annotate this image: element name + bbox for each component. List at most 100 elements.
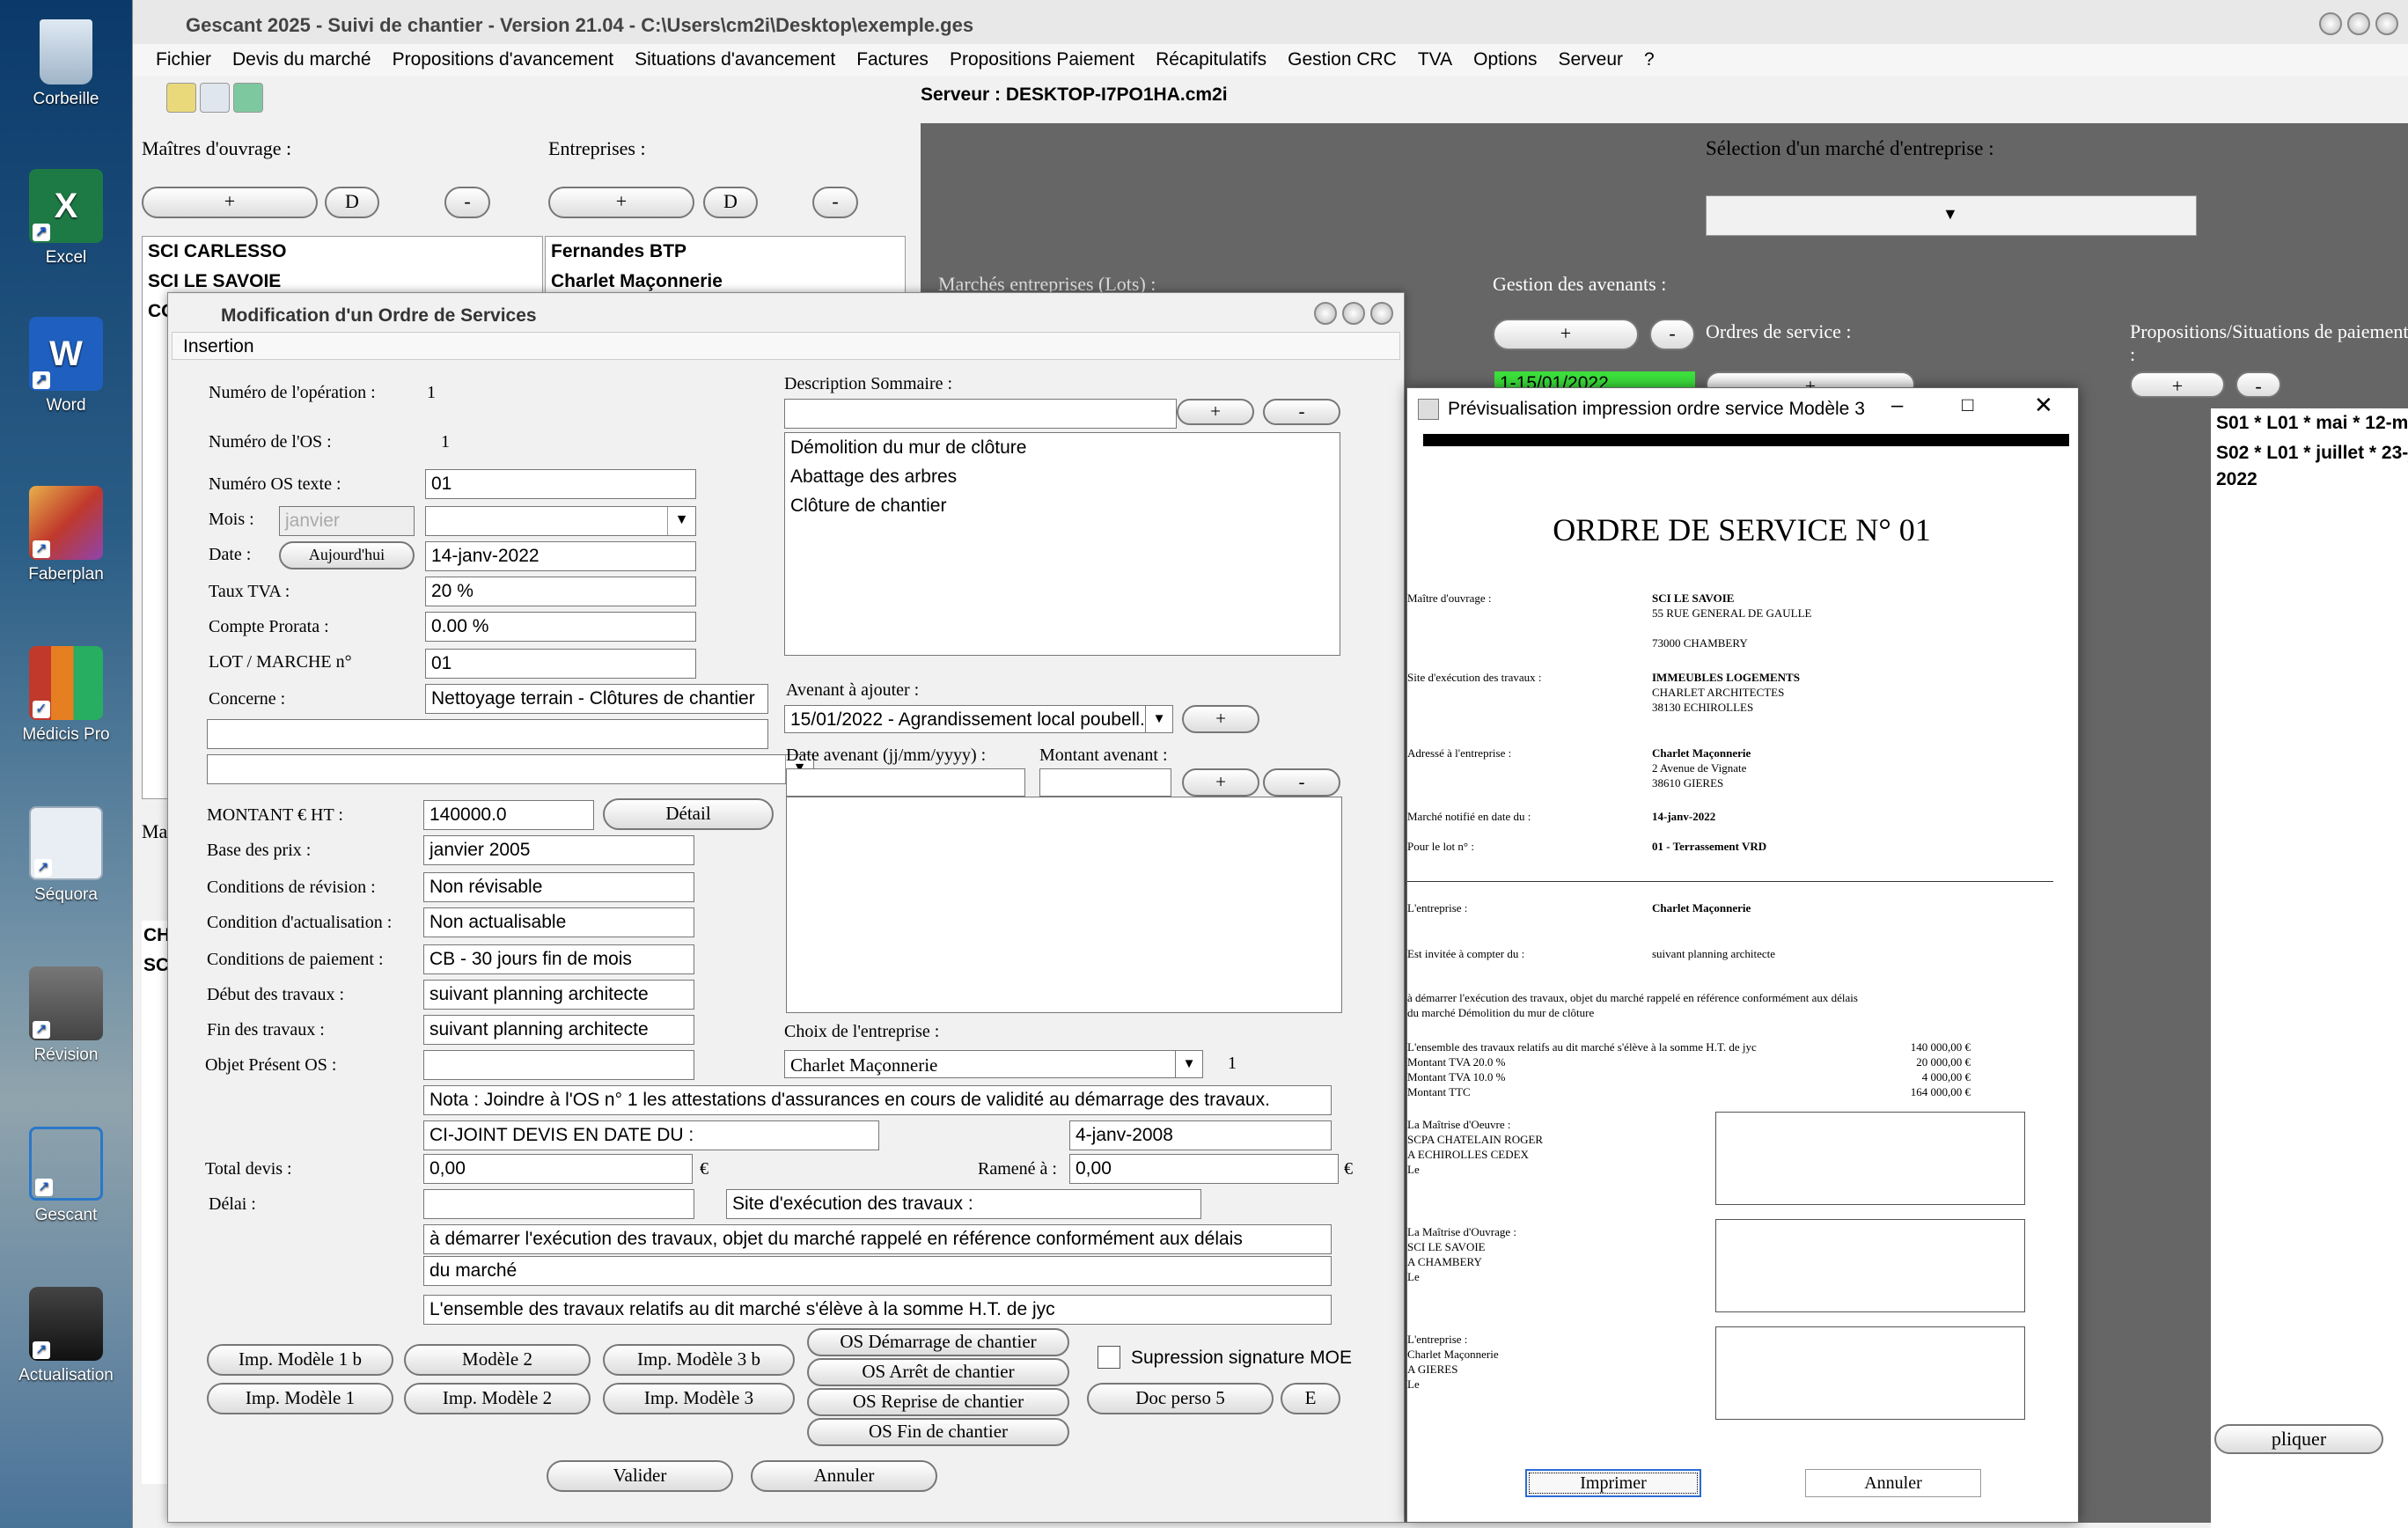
menu-propositions-avancement[interactable]: Propositions d'avancement (382, 44, 625, 76)
concerne-extra-input[interactable] (207, 719, 768, 749)
os-demarrage-button[interactable]: OS Démarrage de chantier (807, 1328, 1069, 1356)
montant-input[interactable]: 140000.0 (423, 800, 594, 830)
os-arret-button[interactable]: OS Arrêt de chantier (807, 1358, 1069, 1386)
mois-input[interactable]: janvier (279, 506, 415, 536)
modele-2-button[interactable]: Modèle 2 (404, 1344, 591, 1376)
compte-prorata-input[interactable]: 0.00 % (425, 612, 696, 642)
lot-input[interactable]: 01 (425, 649, 696, 679)
supp-signature-checkbox[interactable] (1098, 1346, 1120, 1369)
add-avenant-os-button[interactable]: + (1182, 705, 1259, 733)
maximize-button[interactable] (2347, 12, 2370, 35)
close-button[interactable]: ✕ (2034, 392, 2053, 419)
menu-devis[interactable]: Devis du marché (222, 44, 382, 76)
maximize-button[interactable] (1342, 302, 1365, 325)
add-situation-button[interactable]: + (2130, 371, 2225, 398)
avenants-list[interactable] (786, 797, 1342, 1013)
taux-tva-input[interactable]: 20 % (425, 577, 696, 606)
concerne-input[interactable]: Nettoyage terrain - Clôtures de chantier (425, 684, 768, 714)
os-fin-button[interactable]: OS Fin de chantier (807, 1418, 1069, 1446)
desc-sommaire-input[interactable] (784, 399, 1177, 429)
desktop-icon-actualisation[interactable]: ↗ Actualisation (0, 1287, 132, 1385)
menu-situations-avancement[interactable]: Situations d'avancement (624, 44, 846, 76)
remove-description-button[interactable]: - (1263, 399, 1340, 425)
total-devis-input[interactable]: 0,00 (423, 1154, 693, 1184)
list-item[interactable]: SCI CARLESSO (143, 237, 542, 267)
list-item[interactable]: Clôture de chantier (785, 491, 1340, 520)
desktop-icon-word[interactable]: W ↗ Word (0, 317, 132, 415)
doc-perso-button[interactable]: Doc perso 5 (1087, 1383, 1274, 1414)
detail-maitre-button[interactable]: D (325, 187, 379, 218)
imp-modele-3b-button[interactable]: Imp. Modèle 3 b (603, 1344, 795, 1376)
detail-entreprise-button[interactable]: D (703, 187, 758, 218)
du-marche-input[interactable]: du marché (423, 1256, 1332, 1286)
remove-montant-avenant-button[interactable]: - (1263, 768, 1340, 797)
desktop-icon-gescant[interactable]: ↗ Gescant (0, 1127, 132, 1225)
detail-button[interactable]: Détail (603, 798, 774, 830)
e-button[interactable]: E (1281, 1383, 1340, 1414)
list-item[interactable]: Abattage des arbres (785, 462, 1340, 491)
preview-annuler-button[interactable]: Annuler (1805, 1469, 1981, 1497)
revision-input[interactable]: Non révisable (423, 872, 694, 902)
delai-input[interactable] (423, 1189, 694, 1219)
ensemble-input[interactable]: L'ensemble des travaux relatifs au dit m… (423, 1295, 1332, 1325)
menu-gestion-crc[interactable]: Gestion CRC (1277, 44, 1407, 76)
desktop-icon-medicis[interactable]: ✓ Médicis Pro (0, 646, 132, 745)
desktop-icon-sequora[interactable]: ↗ Séquora (0, 806, 132, 905)
date-input[interactable]: 14-janv-2022 (425, 541, 696, 571)
avenant-select[interactable]: 15/01/2022 - Agrandissement local poubel… (784, 705, 1173, 733)
imp-modele-1b-button[interactable]: Imp. Modèle 1 b (207, 1344, 393, 1376)
desktop-icon-excel[interactable]: X ↗ Excel (0, 169, 132, 268)
book-icon[interactable] (233, 83, 263, 113)
imp-modele-1-button[interactable]: Imp. Modèle 1 (207, 1383, 393, 1414)
chevron-down-icon[interactable]: ▼ (1145, 705, 1173, 733)
imprimer-button[interactable]: Imprimer (1525, 1469, 1701, 1497)
list-item[interactable]: Fernandes BTP (546, 237, 905, 267)
remove-avenant-button[interactable]: - (1649, 319, 1695, 350)
cijoint-input[interactable]: CI-JOINT DEVIS EN DATE DU : (423, 1120, 879, 1150)
add-avenant-button[interactable]: + (1493, 319, 1639, 350)
add-montant-avenant-button[interactable]: + (1182, 768, 1259, 797)
nota-input[interactable]: Nota : Joindre à l'OS n° 1 les attestati… (423, 1085, 1332, 1115)
list-item[interactable]: S02 * L01 * juillet * 23-juillet-2022 (2211, 438, 2408, 495)
date-avenant-input[interactable] (786, 768, 1025, 797)
remove-situation-button[interactable]: - (2235, 371, 2281, 398)
actualisation-input[interactable]: Non actualisable (423, 907, 694, 937)
annuler-button[interactable]: Annuler (751, 1460, 937, 1492)
imp-modele-2-button[interactable]: Imp. Modèle 2 (404, 1383, 591, 1414)
menu-help[interactable]: ? (1633, 44, 1665, 76)
add-entreprise-button[interactable]: + (548, 187, 694, 218)
ramene-input[interactable]: 0,00 (1069, 1154, 1339, 1184)
mois-select[interactable]: ▼ (425, 506, 696, 536)
minimize-button[interactable]: – (1891, 393, 1903, 418)
menu-recapitulatifs[interactable]: Récapitulatifs (1145, 44, 1277, 76)
concerne-select[interactable]: ▼ (207, 754, 814, 784)
paiement-input[interactable]: CB - 30 jours fin de mois (423, 944, 694, 974)
desktop-icon-revision[interactable]: ↗ Révision (0, 966, 132, 1065)
menu-propositions-paiement[interactable]: Propositions Paiement (939, 44, 1145, 76)
num-os-texte-input[interactable]: 01 (425, 469, 696, 499)
menu-options[interactable]: Options (1463, 44, 1547, 76)
list-item[interactable]: CH (142, 921, 170, 951)
appliquer-button[interactable]: pliquer (2214, 1424, 2383, 1454)
remove-entreprise-button[interactable]: - (812, 187, 858, 218)
objet-input[interactable] (423, 1050, 694, 1080)
cijoint-date-input[interactable]: 4-janv-2008 (1069, 1120, 1332, 1150)
add-description-button[interactable]: + (1177, 399, 1254, 425)
imp-modele-3-button[interactable]: Imp. Modèle 3 (603, 1383, 795, 1414)
remove-maitre-button[interactable]: - (444, 187, 490, 218)
menu-tva[interactable]: TVA (1407, 44, 1463, 76)
site-execution-input[interactable]: Site d'exécution des travaux : (726, 1189, 1201, 1219)
minimize-button[interactable] (1314, 302, 1337, 325)
close-button[interactable] (2375, 12, 2398, 35)
desktop-icon-corbeille[interactable]: Corbeille (0, 19, 132, 109)
export-icon[interactable] (200, 83, 230, 113)
aujourdhui-button[interactable]: Aujourd'hui (279, 541, 415, 569)
base-prix-input[interactable]: janvier 2005 (423, 835, 694, 865)
entreprise-select[interactable]: Charlet Maçonnerie (784, 1050, 1203, 1078)
list-item[interactable]: S01 * L01 * mai * 12-mai-2022 (2211, 408, 2408, 438)
fin-input[interactable]: suivant planning architecte (423, 1015, 694, 1045)
close-button[interactable] (1370, 302, 1393, 325)
chevron-down-icon[interactable]: ▼ (1175, 1050, 1203, 1078)
maximize-button[interactable]: □ (1962, 393, 1973, 416)
add-maitre-button[interactable]: + (142, 187, 318, 218)
